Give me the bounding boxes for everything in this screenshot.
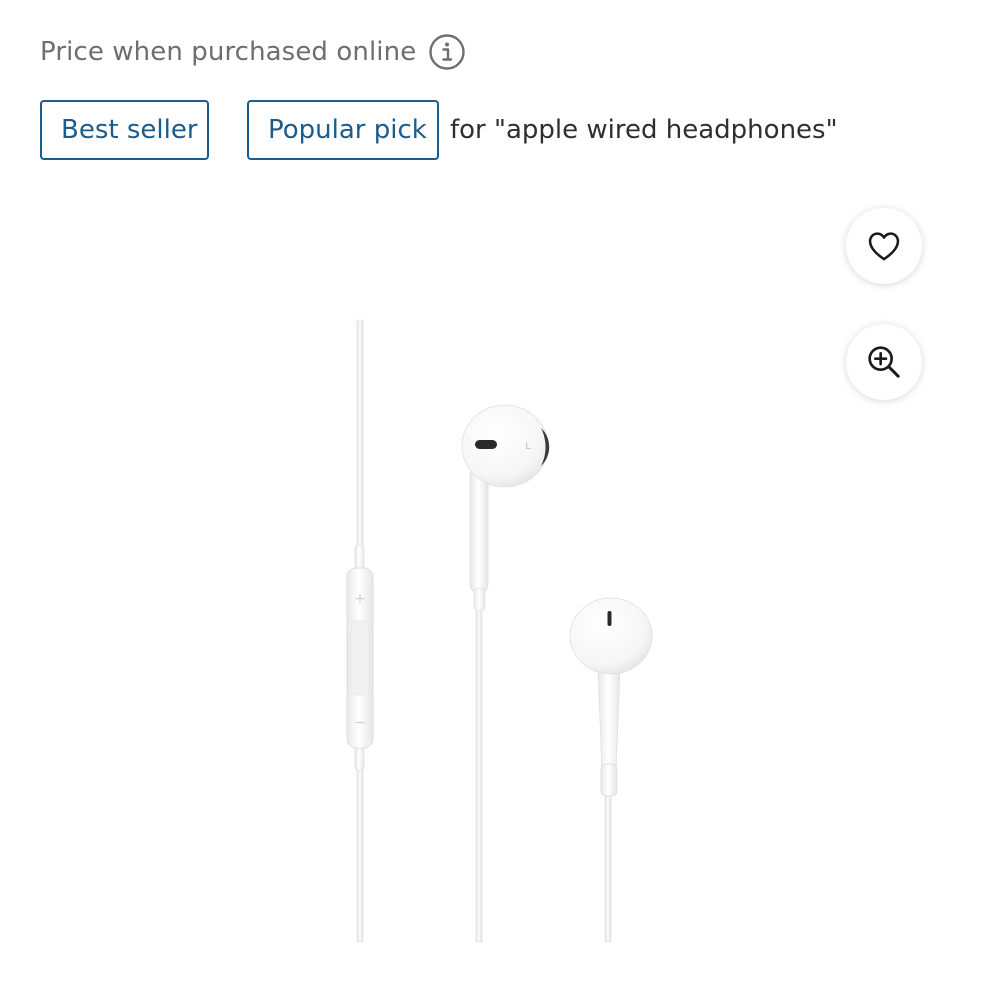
best-seller-badge: Best seller: [40, 100, 209, 160]
favorite-button[interactable]: [846, 208, 922, 284]
inline-remote: + −: [346, 544, 374, 771]
right-earbud-cord: [604, 789, 612, 943]
popular-pick-badge: Popular pick: [247, 100, 439, 160]
price-note: Price when purchased online: [40, 32, 466, 72]
info-icon[interactable]: [428, 33, 466, 71]
earbud-left-mark: L: [525, 442, 530, 452]
popular-pick-context: for "apple wired headphones": [450, 115, 838, 145]
remote-minus-label: −: [354, 715, 366, 731]
left-earbud-cord: [475, 599, 483, 943]
zoom-button[interactable]: [846, 324, 922, 400]
badges-row: Best seller Popular pick for "apple wire…: [40, 100, 838, 160]
zoom-in-icon: [868, 346, 900, 378]
product-image[interactable]: + − L: [300, 300, 700, 960]
price-note-text: Price when purchased online: [40, 37, 417, 67]
right-earbud: [569, 597, 653, 797]
heart-icon: [868, 232, 900, 261]
left-earbud: L: [461, 404, 550, 611]
remote-plus-label: +: [354, 591, 366, 607]
